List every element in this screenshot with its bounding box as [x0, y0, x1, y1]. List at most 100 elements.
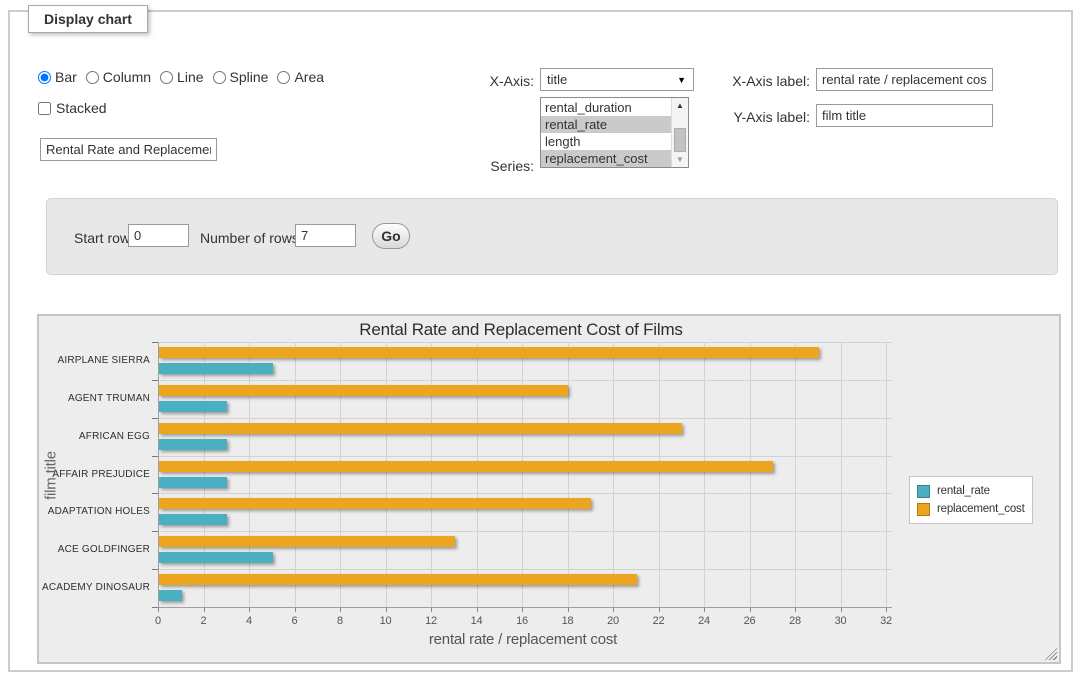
x-tick: [204, 608, 205, 612]
chart-type-option-area[interactable]: Area: [277, 69, 324, 85]
x-tick-label: 8: [323, 615, 357, 627]
series-option-rental_duration[interactable]: rental_duration: [541, 99, 671, 116]
x-axis-label-input[interactable]: [816, 68, 993, 91]
chart-type-radio-group: Bar Column Line Spline Area: [38, 69, 324, 85]
panel-title: Display chart: [28, 5, 148, 33]
number-of-rows-input[interactable]: [295, 224, 356, 247]
x-tick-label: 6: [278, 615, 312, 627]
x-tick-label: 0: [141, 615, 175, 627]
legend-label: rental_rate: [937, 485, 990, 497]
gridline: [431, 342, 432, 607]
gridline: [886, 342, 887, 607]
chart-type-label: Area: [294, 69, 324, 85]
x-tick-label: 28: [778, 615, 812, 627]
band-separator: [159, 531, 892, 532]
series-listbox[interactable]: rental_durationrental_ratelengthreplacem…: [540, 97, 689, 168]
x-tick-label: 20: [596, 615, 630, 627]
number-of-rows-label: Number of rows:: [200, 230, 303, 246]
band-separator: [159, 418, 892, 419]
scrollbar[interactable]: ▲ ▼: [671, 98, 688, 167]
x-tick: [431, 608, 432, 612]
row-controls-box: [46, 198, 1058, 275]
legend-item-replacement_cost: replacement_cost: [917, 500, 1025, 518]
chart-type-radio-bar[interactable]: [38, 71, 51, 84]
gridline: [340, 342, 341, 607]
gridline: [704, 342, 705, 607]
x-tick: [249, 608, 250, 612]
x-axis-label-field-label: X-Axis label:: [700, 73, 810, 89]
chart-title: Rental Rate and Replacement Cost of Film…: [156, 320, 886, 340]
scroll-down-icon[interactable]: ▼: [672, 152, 688, 167]
y-axis-title: film title: [43, 421, 60, 531]
chart-type-radio-line[interactable]: [160, 71, 173, 84]
chart-type-option-spline[interactable]: Spline: [213, 69, 269, 85]
stacked-option[interactable]: Stacked: [38, 100, 107, 116]
x-axis-select[interactable]: title ▼: [540, 68, 694, 91]
category-label: ACE GOLDFINGER: [39, 531, 150, 569]
bar-rental_rate: [159, 401, 227, 412]
scroll-up-icon[interactable]: ▲: [672, 98, 688, 113]
chart-type-option-column[interactable]: Column: [86, 69, 151, 85]
chart-type-label: Bar: [55, 69, 77, 85]
x-tick: [750, 608, 751, 612]
y-axis-label-input[interactable]: [816, 104, 993, 127]
start-row-label: Start row:: [74, 230, 134, 246]
display-chart-panel: BarColumnLineSplineArea Stacked X-Axis: …: [8, 10, 1073, 672]
bar-rental_rate: [159, 363, 273, 374]
gridline: [841, 342, 842, 607]
bar-replacement_cost: [159, 385, 568, 396]
gridline: [477, 342, 478, 607]
bar-replacement_cost: [159, 498, 591, 509]
gridline: [295, 342, 296, 607]
series-option-replacement_cost[interactable]: replacement_cost: [541, 150, 671, 167]
x-tick-label: 12: [414, 615, 448, 627]
start-row-input[interactable]: [128, 224, 189, 247]
x-tick-label: 10: [369, 615, 403, 627]
x-tick-label: 14: [460, 615, 494, 627]
chart-type-radio-area[interactable]: [277, 71, 290, 84]
chart-type-label: Column: [103, 69, 151, 85]
y-axis-label-field-label: Y-Axis label:: [700, 109, 810, 125]
band-separator: [159, 493, 892, 494]
x-axis-title: rental rate / replacement cost: [158, 631, 888, 648]
gridline: [568, 342, 569, 607]
x-tick: [340, 608, 341, 612]
x-tick: [841, 608, 842, 612]
x-tick: [886, 608, 887, 612]
chart-type-radio-spline[interactable]: [213, 71, 226, 84]
bar-replacement_cost: [159, 347, 819, 358]
category-label: ACADEMY DINOSAUR: [39, 569, 150, 607]
x-axis-selected-value: title: [547, 72, 567, 87]
x-tick-label: 16: [505, 615, 539, 627]
legend-swatch: [917, 485, 930, 498]
series-option-length[interactable]: length: [541, 133, 671, 150]
x-tick: [568, 608, 569, 612]
x-tick: [795, 608, 796, 612]
bar-rental_rate: [159, 477, 227, 488]
gridline: [613, 342, 614, 607]
scrollbar-thumb[interactable]: [674, 128, 686, 152]
chart-title-input[interactable]: [40, 138, 217, 161]
stacked-checkbox[interactable]: [38, 102, 51, 115]
gridline: [750, 342, 751, 607]
resize-handle-icon[interactable]: [1045, 648, 1057, 660]
x-tick-label: 24: [687, 615, 721, 627]
band-separator: [159, 456, 892, 457]
series-option-rental_rate[interactable]: rental_rate: [541, 116, 671, 133]
category-label: AGENT TRUMAN: [39, 380, 150, 418]
chart-type-radio-column[interactable]: [86, 71, 99, 84]
legend-label: replacement_cost: [937, 503, 1025, 515]
category-label: AIRPLANE SIERRA: [39, 342, 150, 380]
bar-rental_rate: [159, 514, 227, 525]
legend-item-rental_rate: rental_rate: [917, 482, 1025, 500]
x-tick-label: 32: [869, 615, 903, 627]
go-button[interactable]: Go: [372, 223, 410, 249]
band-separator: [159, 569, 892, 570]
chart-type-option-line[interactable]: Line: [160, 69, 203, 85]
bar-rental_rate: [159, 552, 273, 563]
y-axis-line: [158, 342, 159, 608]
chart-type-option-bar[interactable]: Bar: [38, 69, 77, 85]
x-tick-label: 4: [232, 615, 266, 627]
chart-type-label: Line: [177, 69, 203, 85]
gridline: [795, 342, 796, 607]
